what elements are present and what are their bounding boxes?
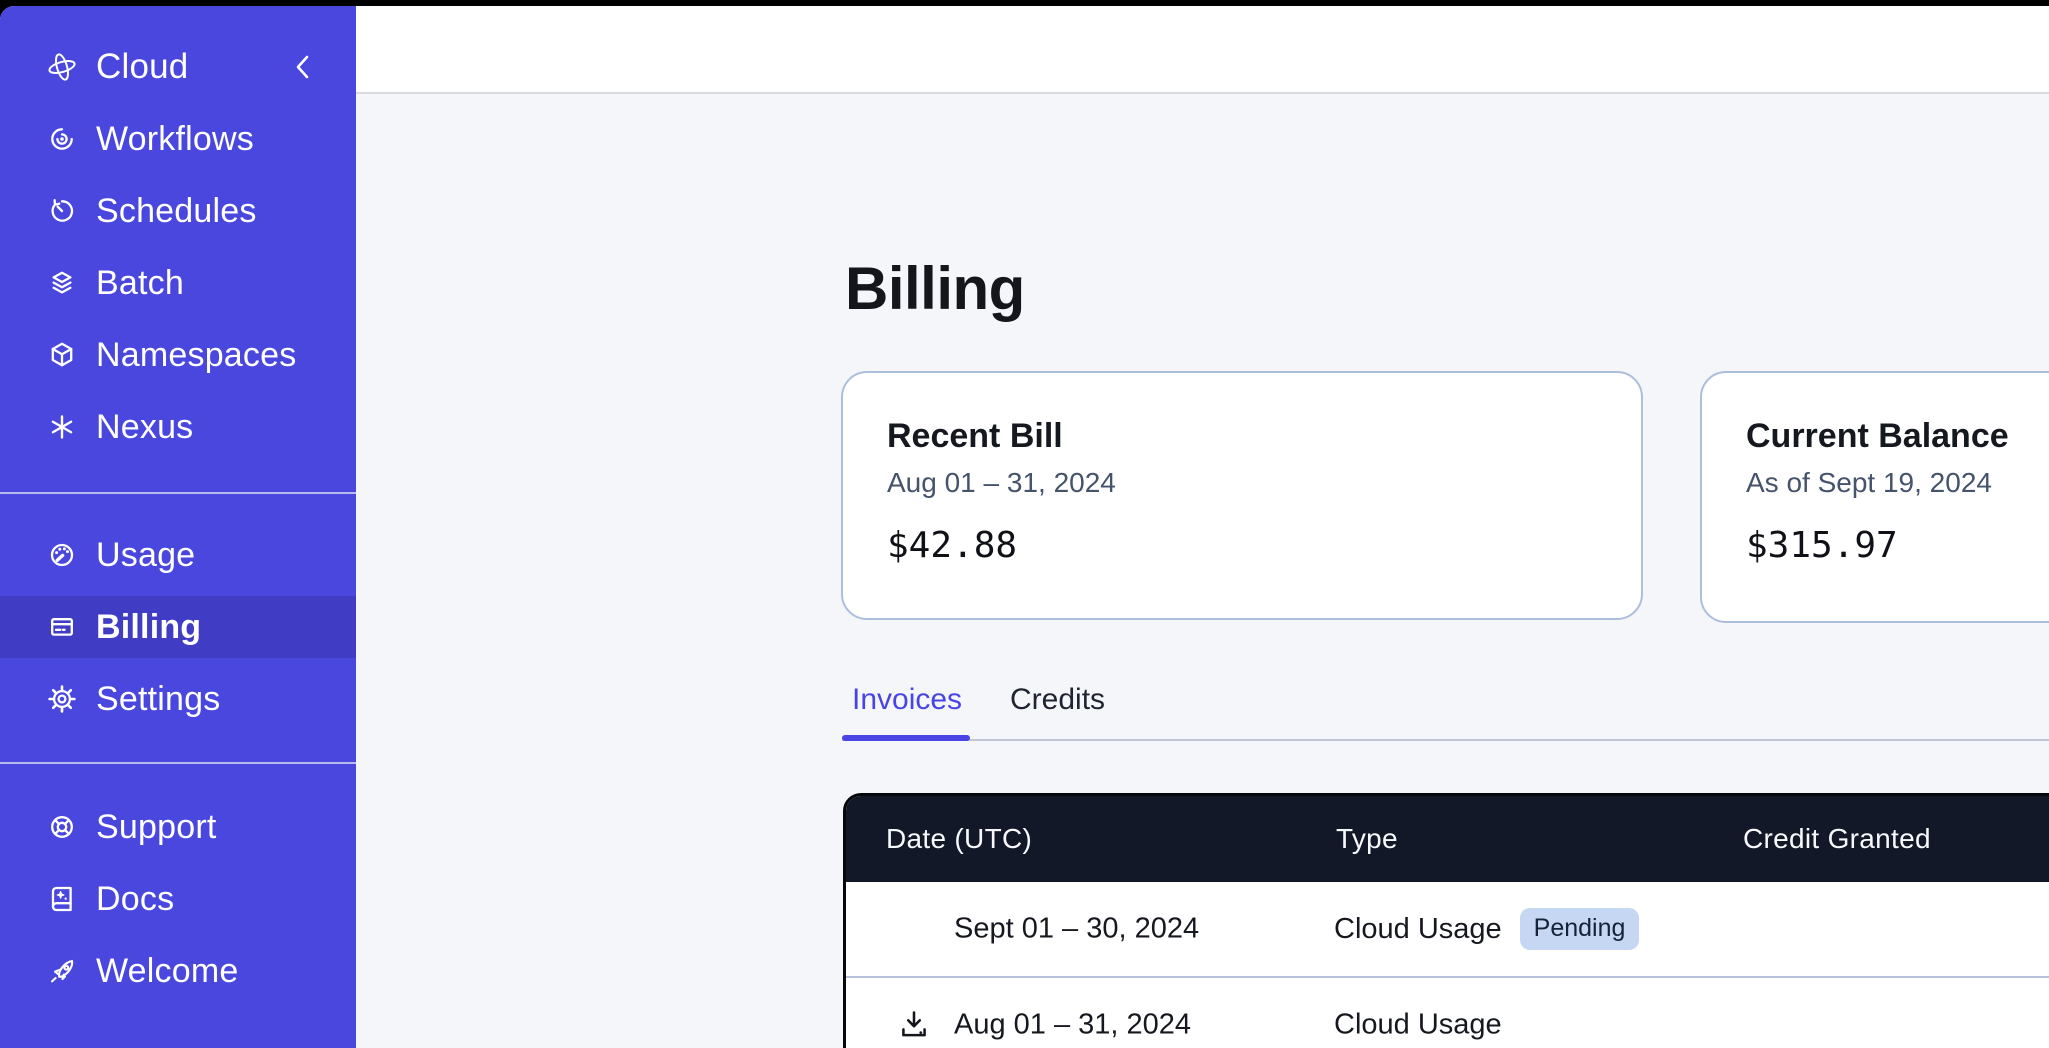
column-header-type: Type bbox=[1336, 823, 1398, 855]
top-bar bbox=[356, 6, 2049, 94]
sidebar-collapse-button[interactable] bbox=[290, 52, 316, 82]
sidebar-item-label: Schedules bbox=[96, 192, 257, 231]
chevron-left-icon bbox=[293, 52, 313, 82]
screen: { "sidebar": { "brand": {"label": "Cloud… bbox=[0, 0, 2049, 1048]
sidebar-item-label: Workflows bbox=[96, 120, 254, 159]
table-row[interactable]: Sept 01 – 30, 2024 Cloud Usage Pending bbox=[846, 882, 2049, 976]
recent-bill-period: Aug 01 – 31, 2024 bbox=[887, 465, 1597, 501]
table-header: Date (UTC) Type Credit Granted bbox=[846, 796, 2049, 882]
sidebar-item-label: Billing bbox=[96, 608, 201, 647]
table-row[interactable]: Aug 01 – 31, 2024 Cloud Usage bbox=[846, 976, 2049, 1048]
support-lifebuoy-icon bbox=[46, 811, 78, 843]
sidebar-item-settings[interactable]: Settings bbox=[0, 667, 356, 731]
invoice-type-cell: Cloud Usage bbox=[1334, 1009, 1502, 1042]
sidebar-item-docs[interactable]: Docs bbox=[0, 867, 356, 931]
sidebar-divider bbox=[0, 762, 356, 764]
tab-invoices[interactable]: Invoices bbox=[852, 681, 962, 719]
cloud-orbit-icon bbox=[46, 51, 78, 83]
recent-bill-title: Recent Bill bbox=[887, 415, 1597, 457]
recent-bill-card: Recent Bill Aug 01 – 31, 2024 $42.88 bbox=[841, 371, 1643, 620]
invoice-type-cell: Cloud Usage Pending bbox=[1334, 908, 1639, 950]
sidebar-brand-cloud[interactable]: Cloud bbox=[0, 34, 356, 100]
sidebar-item-label: Support bbox=[96, 808, 216, 847]
settings-gear-icon bbox=[46, 683, 78, 715]
billing-invoice-icon bbox=[46, 611, 78, 643]
sidebar-item-label: Nexus bbox=[96, 408, 193, 447]
sidebar-item-batch[interactable]: Batch bbox=[0, 251, 356, 315]
recent-bill-amount: $42.88 bbox=[887, 525, 1597, 566]
sidebar-item-label: Settings bbox=[96, 680, 220, 719]
nexus-asterisk-icon bbox=[46, 411, 78, 443]
page-title: Billing bbox=[845, 253, 1025, 325]
tabs-baseline bbox=[842, 739, 2049, 741]
sidebar-item-workflows[interactable]: Workflows bbox=[0, 107, 356, 171]
sidebar-item-label: Welcome bbox=[96, 952, 238, 991]
sidebar-brand-label: Cloud bbox=[96, 47, 188, 87]
current-balance-date: As of Sept 19, 2024 bbox=[1746, 465, 2049, 501]
invoices-table: Date (UTC) Type Credit Granted Sept 01 –… bbox=[843, 793, 2049, 1048]
sidebar-item-label: Namespaces bbox=[96, 336, 296, 375]
current-balance-amount: $315.97 bbox=[1746, 525, 2049, 566]
column-header-date: Date (UTC) bbox=[886, 823, 1032, 855]
sidebar-item-namespaces[interactable]: Namespaces bbox=[0, 323, 356, 387]
welcome-rocket-icon bbox=[46, 955, 78, 987]
sidebar-item-label: Usage bbox=[96, 536, 195, 575]
invoice-date: Sept 01 – 30, 2024 bbox=[954, 913, 1199, 946]
current-balance-card: Current Balance As of Sept 19, 2024 $315… bbox=[1700, 371, 2049, 623]
main-content: Billing Recent Bill Aug 01 – 31, 2024 $4… bbox=[356, 6, 2049, 1048]
invoice-type: Cloud Usage bbox=[1334, 1009, 1502, 1042]
namespaces-cube-icon bbox=[46, 339, 78, 371]
current-balance-title: Current Balance bbox=[1746, 415, 2049, 457]
download-invoice-button[interactable] bbox=[896, 1007, 932, 1043]
sidebar-item-schedules[interactable]: Schedules bbox=[0, 179, 356, 243]
invoice-date: Aug 01 – 31, 2024 bbox=[954, 1009, 1191, 1042]
invoice-type: Cloud Usage bbox=[1334, 913, 1502, 946]
active-tab-indicator bbox=[842, 735, 970, 741]
sidebar-item-welcome[interactable]: Welcome bbox=[0, 939, 356, 1003]
schedules-timer-icon bbox=[46, 195, 78, 227]
app-window: Cloud Workflows bbox=[0, 6, 2049, 1048]
usage-gauge-icon bbox=[46, 539, 78, 571]
sidebar: Cloud Workflows bbox=[0, 6, 356, 1048]
docs-book-icon bbox=[46, 883, 78, 915]
sidebar-item-usage[interactable]: Usage bbox=[0, 523, 356, 587]
workflows-spiral-icon bbox=[46, 123, 78, 155]
sidebar-item-billing[interactable]: Billing bbox=[0, 596, 356, 658]
sidebar-divider bbox=[0, 492, 356, 494]
tab-credits[interactable]: Credits bbox=[1010, 681, 1105, 719]
column-header-credit-granted: Credit Granted bbox=[1743, 823, 1931, 855]
sidebar-item-nexus[interactable]: Nexus bbox=[0, 395, 356, 459]
sidebar-item-label: Docs bbox=[96, 880, 174, 919]
sidebar-item-support[interactable]: Support bbox=[0, 795, 356, 859]
sidebar-item-label: Batch bbox=[96, 264, 184, 303]
download-icon bbox=[896, 1007, 932, 1043]
status-badge: Pending bbox=[1520, 908, 1640, 950]
batch-layers-icon bbox=[46, 267, 78, 299]
